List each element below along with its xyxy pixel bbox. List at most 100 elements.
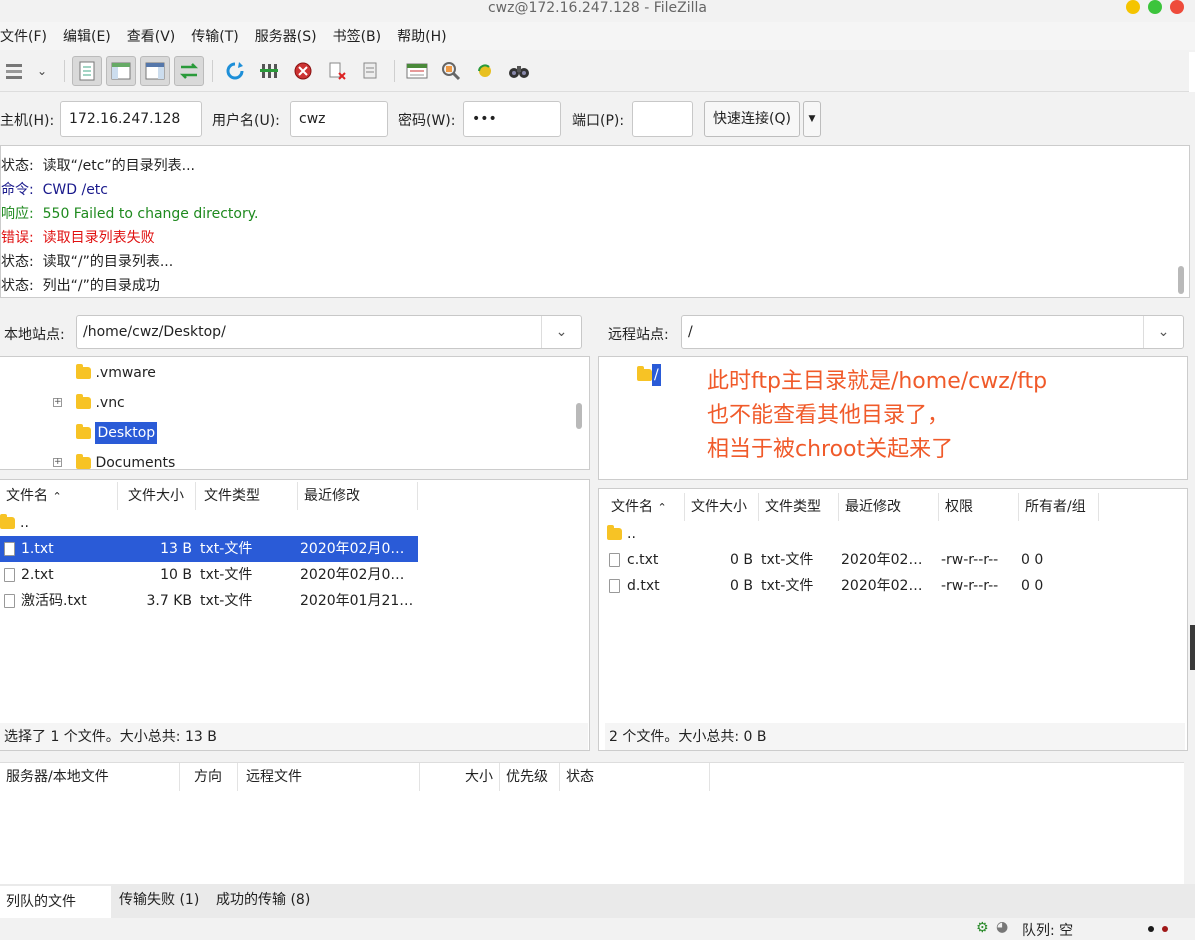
disconnect-icon[interactable]	[322, 56, 352, 86]
maximize-button[interactable]	[1148, 0, 1162, 14]
menu-bar: 文件(F) 编辑(E) 查看(V) 传输(T) 服务器(S) 书签(B) 帮助(…	[0, 22, 1195, 50]
table-row[interactable]: c.txt 0 B txt-文件 2020年02… -rw-r--r-- 0 0	[607, 547, 1107, 573]
folder-icon	[76, 394, 91, 409]
file-type: txt-文件	[200, 541, 253, 557]
file-type: txt-文件	[200, 567, 253, 583]
file-size: 13 B	[160, 541, 192, 557]
column-header-filename[interactable]: 文件名 ⌃	[605, 493, 685, 521]
sort-ascending-icon: ⌃	[52, 490, 62, 503]
menu-view[interactable]: 查看(V)	[127, 26, 184, 46]
log-type: 状态:	[1, 254, 34, 270]
tab-failed-transfers[interactable]: 传输失败 (1)	[113, 884, 205, 916]
quickconnect-dropdown-icon[interactable]: ▼	[803, 101, 821, 137]
menu-edit[interactable]: 编辑(E)	[63, 26, 119, 46]
menu-server[interactable]: 服务器(S)	[255, 26, 325, 46]
queue-header-status[interactable]: 状态	[566, 763, 710, 791]
remote-path-combo[interactable]: / ⌄	[681, 315, 1184, 349]
speed-limit-icon[interactable]: ◕	[996, 919, 1008, 935]
quickconnect-button[interactable]: 快速连接(Q)	[704, 101, 800, 137]
menu-help[interactable]: 帮助(H)	[397, 26, 454, 46]
column-header-filename[interactable]: 文件名 ⌃	[0, 482, 118, 510]
tree-item[interactable]: .vnc	[76, 391, 125, 415]
tree-item-label: /	[652, 364, 661, 386]
log-scrollbar[interactable]	[1178, 266, 1184, 294]
file-name: c.txt	[627, 552, 659, 568]
queue-header-priority[interactable]: 优先级	[506, 763, 560, 791]
file-modified: 2020年02…	[841, 578, 923, 594]
port-input[interactable]	[632, 101, 693, 137]
file-icon	[4, 568, 15, 582]
table-row[interactable]: 2.txt 10 B txt-文件 2020年02月0…	[0, 562, 418, 588]
chevron-down-icon[interactable]: ⌄	[1143, 316, 1183, 348]
refresh-icon[interactable]	[220, 56, 250, 86]
chevron-down-icon[interactable]: ⌄	[541, 316, 581, 348]
log-line: 状态: 列出“/”的目录成功	[1, 274, 160, 297]
column-header-filesize[interactable]: 文件大小	[122, 482, 196, 510]
table-row[interactable]: 1.txt 13 B txt-文件 2020年02月0…	[0, 536, 418, 562]
column-header-filetype[interactable]: 文件类型	[759, 493, 839, 521]
message-log[interactable]: 状态: 读取“/etc”的目录列表... 命令: CWD /etc 响应: 55…	[0, 145, 1190, 298]
compare-directories-icon[interactable]	[436, 56, 466, 86]
toggle-log-icon[interactable]	[72, 56, 102, 86]
search-remote-files-icon[interactable]	[504, 56, 534, 86]
tab-queued-files[interactable]: 列队的文件	[0, 886, 111, 918]
file-size: 0 B	[730, 552, 753, 568]
queue-header-size[interactable]: 大小	[420, 763, 500, 791]
toggle-local-tree-icon[interactable]	[106, 56, 136, 86]
menu-transfer[interactable]: 传输(T)	[191, 26, 246, 46]
log-type: 响应:	[1, 206, 34, 222]
local-path-combo[interactable]: /home/cwz/Desktop/ ⌄	[76, 315, 582, 349]
table-row[interactable]: 激活码.txt 3.7 KB txt-文件 2020年01月21…	[0, 588, 418, 614]
site-manager-icon[interactable]	[0, 56, 30, 86]
column-header-filesize[interactable]: 文件大小	[685, 493, 759, 521]
toolbar: ⌄	[0, 52, 1195, 92]
queue-header-direction[interactable]: 方向	[194, 763, 238, 791]
close-button[interactable]	[1170, 0, 1184, 14]
parent-directory-row[interactable]: ..	[607, 521, 1107, 547]
minimize-button[interactable]	[1126, 0, 1140, 14]
log-type: 错误:	[1, 230, 34, 246]
file-modified: 2020年02…	[841, 552, 923, 568]
column-header-modified[interactable]: 最近修改	[298, 482, 418, 510]
cancel-operation-icon[interactable]	[288, 56, 318, 86]
file-permissions: -rw-r--r--	[941, 552, 999, 568]
remote-site-bar: 远程站点: / ⌄	[598, 312, 1195, 352]
log-line: 错误: 读取目录列表失败	[1, 226, 155, 250]
menu-bookmarks[interactable]: 书签(B)	[333, 26, 390, 46]
username-input[interactable]: cwz	[290, 101, 388, 137]
annotation-line: 也不能查看其他目录了，	[707, 403, 950, 428]
gear-icon[interactable]: ⚙	[976, 920, 989, 936]
toggle-queue-icon[interactable]	[174, 56, 204, 86]
tree-item[interactable]: .vmware	[76, 361, 156, 385]
table-row[interactable]: d.txt 0 B txt-文件 2020年02… -rw-r--r-- 0 0	[607, 573, 1107, 599]
site-manager-dropdown-icon[interactable]: ⌄	[28, 56, 56, 86]
queue-header-server-local[interactable]: 服务器/本地文件	[6, 763, 180, 791]
host-input[interactable]: 172.16.247.128	[60, 101, 202, 137]
reconnect-icon[interactable]	[356, 56, 386, 86]
annotation-line: 相当于被chroot关起来了	[707, 437, 954, 462]
tab-successful-transfers[interactable]: 成功的传输 (8)	[210, 884, 316, 916]
queue-header-remote-file[interactable]: 远程文件	[246, 763, 420, 791]
process-queue-icon[interactable]	[254, 56, 284, 86]
file-icon	[4, 542, 15, 556]
log-text: 550 Failed to change directory.	[42, 206, 259, 222]
expand-icon[interactable]: +	[53, 458, 62, 467]
directory-listing-filter-icon[interactable]	[402, 56, 432, 86]
local-tree-scrollbar[interactable]	[576, 403, 582, 429]
file-modified: 2020年01月21…	[300, 593, 414, 609]
tree-item-selected[interactable]: /	[637, 363, 661, 387]
column-header-modified[interactable]: 最近修改	[839, 493, 939, 521]
menu-file[interactable]: 文件(F)	[0, 26, 55, 46]
synchronized-browsing-icon[interactable]	[470, 56, 500, 86]
tree-item[interactable]: Documents	[76, 451, 175, 469]
toggle-remote-tree-icon[interactable]	[140, 56, 170, 86]
folder-icon	[76, 424, 91, 439]
column-header-permissions[interactable]: 权限	[939, 493, 1019, 521]
column-header-filetype[interactable]: 文件类型	[198, 482, 298, 510]
parent-directory-row[interactable]: ..	[0, 510, 418, 536]
expand-icon[interactable]: +	[53, 398, 62, 407]
password-input[interactable]: •••	[463, 101, 561, 137]
tree-item-selected[interactable]: Desktop	[76, 421, 158, 445]
column-header-owner[interactable]: 所有者/组	[1019, 493, 1099, 521]
log-text: CWD /etc	[42, 182, 108, 198]
